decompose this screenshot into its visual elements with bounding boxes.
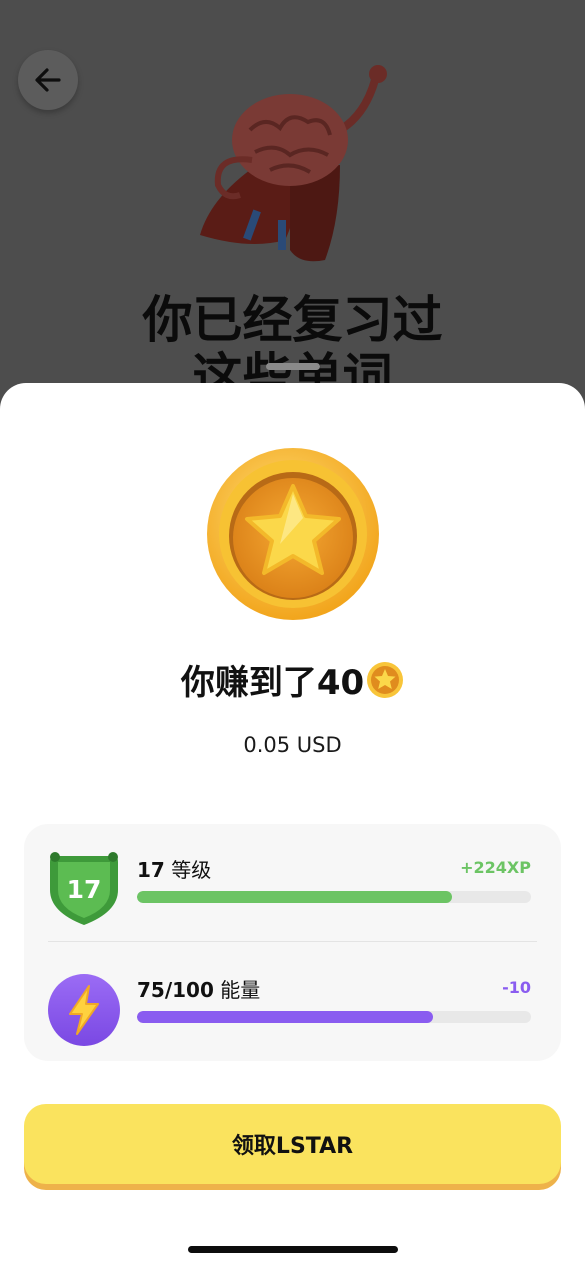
energy-badge (48, 974, 120, 1046)
background-title-line1: 你已经复习过 (142, 291, 443, 349)
back-button[interactable] (18, 50, 78, 110)
home-indicator[interactable] (188, 1246, 398, 1253)
claim-lstar-button[interactable]: 领取LSTAR (24, 1104, 561, 1184)
energy-row: 75/100 能量 -10 (24, 942, 561, 1060)
stats-card: 17 17 等级 +224XP 75/100 能量 -10 (24, 824, 561, 1061)
level-text: 等级 (171, 858, 212, 882)
superhero-brain-icon (200, 65, 387, 262)
energy-label: 75/100 能量 (137, 974, 260, 1003)
star-coin-small-icon (367, 661, 404, 698)
sheet-grabber[interactable] (266, 363, 320, 370)
level-progress-fill (137, 891, 453, 903)
background-screen: 你已经复习过 这些单词 (0, 0, 585, 420)
energy-number: 75/100 (137, 978, 214, 1002)
arrow-left-icon (35, 68, 61, 92)
energy-delta: -10 (502, 978, 531, 997)
level-shield-icon: 17 (50, 852, 118, 925)
level-number: 17 (137, 858, 165, 882)
level-progress-bar (137, 891, 531, 903)
star-coin-icon (207, 448, 379, 620)
energy-text: 能量 (220, 978, 261, 1002)
xp-delta: +224XP (460, 858, 531, 877)
level-label: 17 等级 (137, 854, 211, 883)
earned-text: 你赚到了40 (180, 663, 365, 703)
energy-progress-fill (137, 1011, 433, 1023)
energy-progress-bar (137, 1011, 531, 1023)
usd-value: 0.05 USD (243, 733, 342, 757)
level-badge-value: 17 (67, 875, 102, 904)
earned-line: 你赚到了40 (0, 655, 585, 704)
level-row: 17 17 等级 +224XP (24, 824, 561, 942)
